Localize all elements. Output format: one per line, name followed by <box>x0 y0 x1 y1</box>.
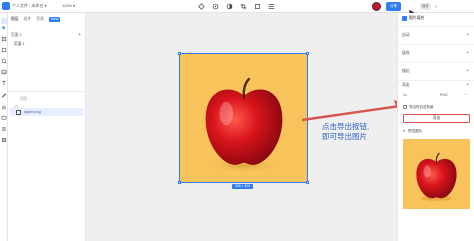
grid-tool-icon[interactable] <box>1 130 7 143</box>
resize-handle-tl[interactable] <box>178 52 181 55</box>
size-badge: 308 × 308 <box>232 184 254 189</box>
divider <box>8 91 86 92</box>
layer-search-input[interactable]: 搜索 <box>20 97 28 102</box>
text-tool-icon[interactable] <box>1 73 7 86</box>
center-tools <box>197 2 275 11</box>
divider <box>398 80 474 81</box>
canvas[interactable]: 308 × 308 点击导出按钮, 即可导出图片 <box>86 13 397 241</box>
export-button[interactable]: 导出 <box>403 114 470 123</box>
comment-tool-icon[interactable] <box>1 108 7 120</box>
tab-assets[interactable]: 资源 <box>36 17 44 22</box>
divider <box>398 26 474 27</box>
include-background-checkbox[interactable] <box>403 105 407 109</box>
plugin-tool-icon[interactable] <box>1 119 7 131</box>
export-preview-image <box>403 139 470 209</box>
share-button[interactable]: 分享 <box>386 2 401 11</box>
hand-tool-icon[interactable] <box>1 97 7 110</box>
shape-tool-icon[interactable] <box>1 40 7 53</box>
zoom-tool-icon[interactable] <box>1 51 7 64</box>
resize-handle-bl[interactable] <box>178 181 181 184</box>
callout-line-2: 即可导出图片 <box>322 132 367 141</box>
frame-icon[interactable] <box>253 2 261 10</box>
format-select[interactable]: PNG <box>440 92 458 98</box>
frame-tool-icon[interactable] <box>1 29 7 42</box>
tool-rail <box>0 13 8 241</box>
image-fill-icon <box>402 16 407 21</box>
pen-icon[interactable] <box>211 2 219 10</box>
page-item[interactable]: 页面 1 <box>14 42 25 47</box>
panel-tabs: 图层 组件 资源 New <box>11 17 61 22</box>
layer-name: apple.png <box>24 110 41 114</box>
crop-icon[interactable] <box>239 2 247 10</box>
section-fill-title: 填充 <box>402 51 410 55</box>
properties-panel: 图片填充 自动 + 填充 + 描边 + 导出 + 1x PNG ⋯ 导出时包含背… <box>397 13 474 241</box>
collapse-caret-icon[interactable]: ▾ <box>403 129 405 133</box>
annotation-arrow-icon <box>302 100 406 122</box>
avatar[interactable] <box>372 2 381 11</box>
section-layout-title: 自动 <box>402 33 410 37</box>
tab-layers[interactable]: 图层 <box>11 17 19 22</box>
add-export-icon[interactable]: + <box>466 82 469 88</box>
apple-illustration <box>205 77 283 173</box>
preview-title: 预览图片 <box>408 129 423 133</box>
include-background-label: 导出时包含背景 <box>409 104 434 109</box>
play-icon[interactable] <box>408 3 415 16</box>
divider <box>398 62 474 63</box>
image-tool-icon[interactable] <box>1 62 7 75</box>
more-options-icon[interactable]: ⋯ <box>464 92 470 98</box>
align-icon[interactable] <box>267 2 275 10</box>
zoom-dropdown[interactable]: 113% ▾ <box>62 3 75 8</box>
pen-tool-icon[interactable] <box>1 85 7 98</box>
resize-handle-br[interactable] <box>306 181 309 184</box>
component-icon[interactable] <box>197 2 205 10</box>
layers-panel: 图层 组件 资源 New 页面 1 + 页面 1 搜索 apple.png <box>8 13 86 241</box>
pages-section-title[interactable]: 页面 1 <box>11 33 22 38</box>
top-toolbar: 个人文件 / 未命名 ▾ 113% ▾ 分享 设计 ? <box>0 0 474 16</box>
apple-image[interactable] <box>178 52 309 184</box>
selection-label: 图片填充 <box>409 16 425 20</box>
image-layer-icon <box>16 109 21 115</box>
app-logo-icon[interactable] <box>2 2 10 10</box>
add-page-icon[interactable]: + <box>78 32 81 38</box>
new-badge: New <box>48 17 61 22</box>
tab-prototype[interactable]: ? <box>433 4 439 10</box>
move-tool-icon[interactable] <box>1 18 7 31</box>
divider <box>398 44 474 45</box>
layer-row[interactable]: apple.png <box>10 108 84 116</box>
contrast-icon[interactable] <box>225 2 233 10</box>
add-stroke-icon[interactable]: + <box>466 68 469 74</box>
tab-design[interactable]: 设计 <box>420 3 431 10</box>
tab-components[interactable]: 组件 <box>24 17 32 22</box>
add-layout-icon[interactable]: + <box>466 32 469 38</box>
section-stroke-title: 描边 <box>402 69 410 73</box>
breadcrumb[interactable]: 个人文件 / 未命名 ▾ <box>12 3 46 9</box>
search-icon <box>14 97 19 110</box>
mode-switch: 设计 ? <box>420 2 472 11</box>
callout-line-1: 点击导出按钮, <box>322 122 370 131</box>
add-fill-icon[interactable]: + <box>466 50 469 56</box>
design-app: 个人文件 / 未命名 ▾ 113% ▾ 分享 设计 ? 图层 组件 资源 New… <box>0 0 474 241</box>
selection-header: 图片填充 <box>402 16 424 21</box>
section-export-title: 导出 <box>402 83 410 87</box>
resize-handle-tr[interactable] <box>306 52 309 55</box>
annotation-callout: 点击导出按钮, 即可导出图片 <box>322 122 369 142</box>
scale-select[interactable]: 1x <box>403 92 423 98</box>
apple-preview-illustration <box>416 152 457 201</box>
